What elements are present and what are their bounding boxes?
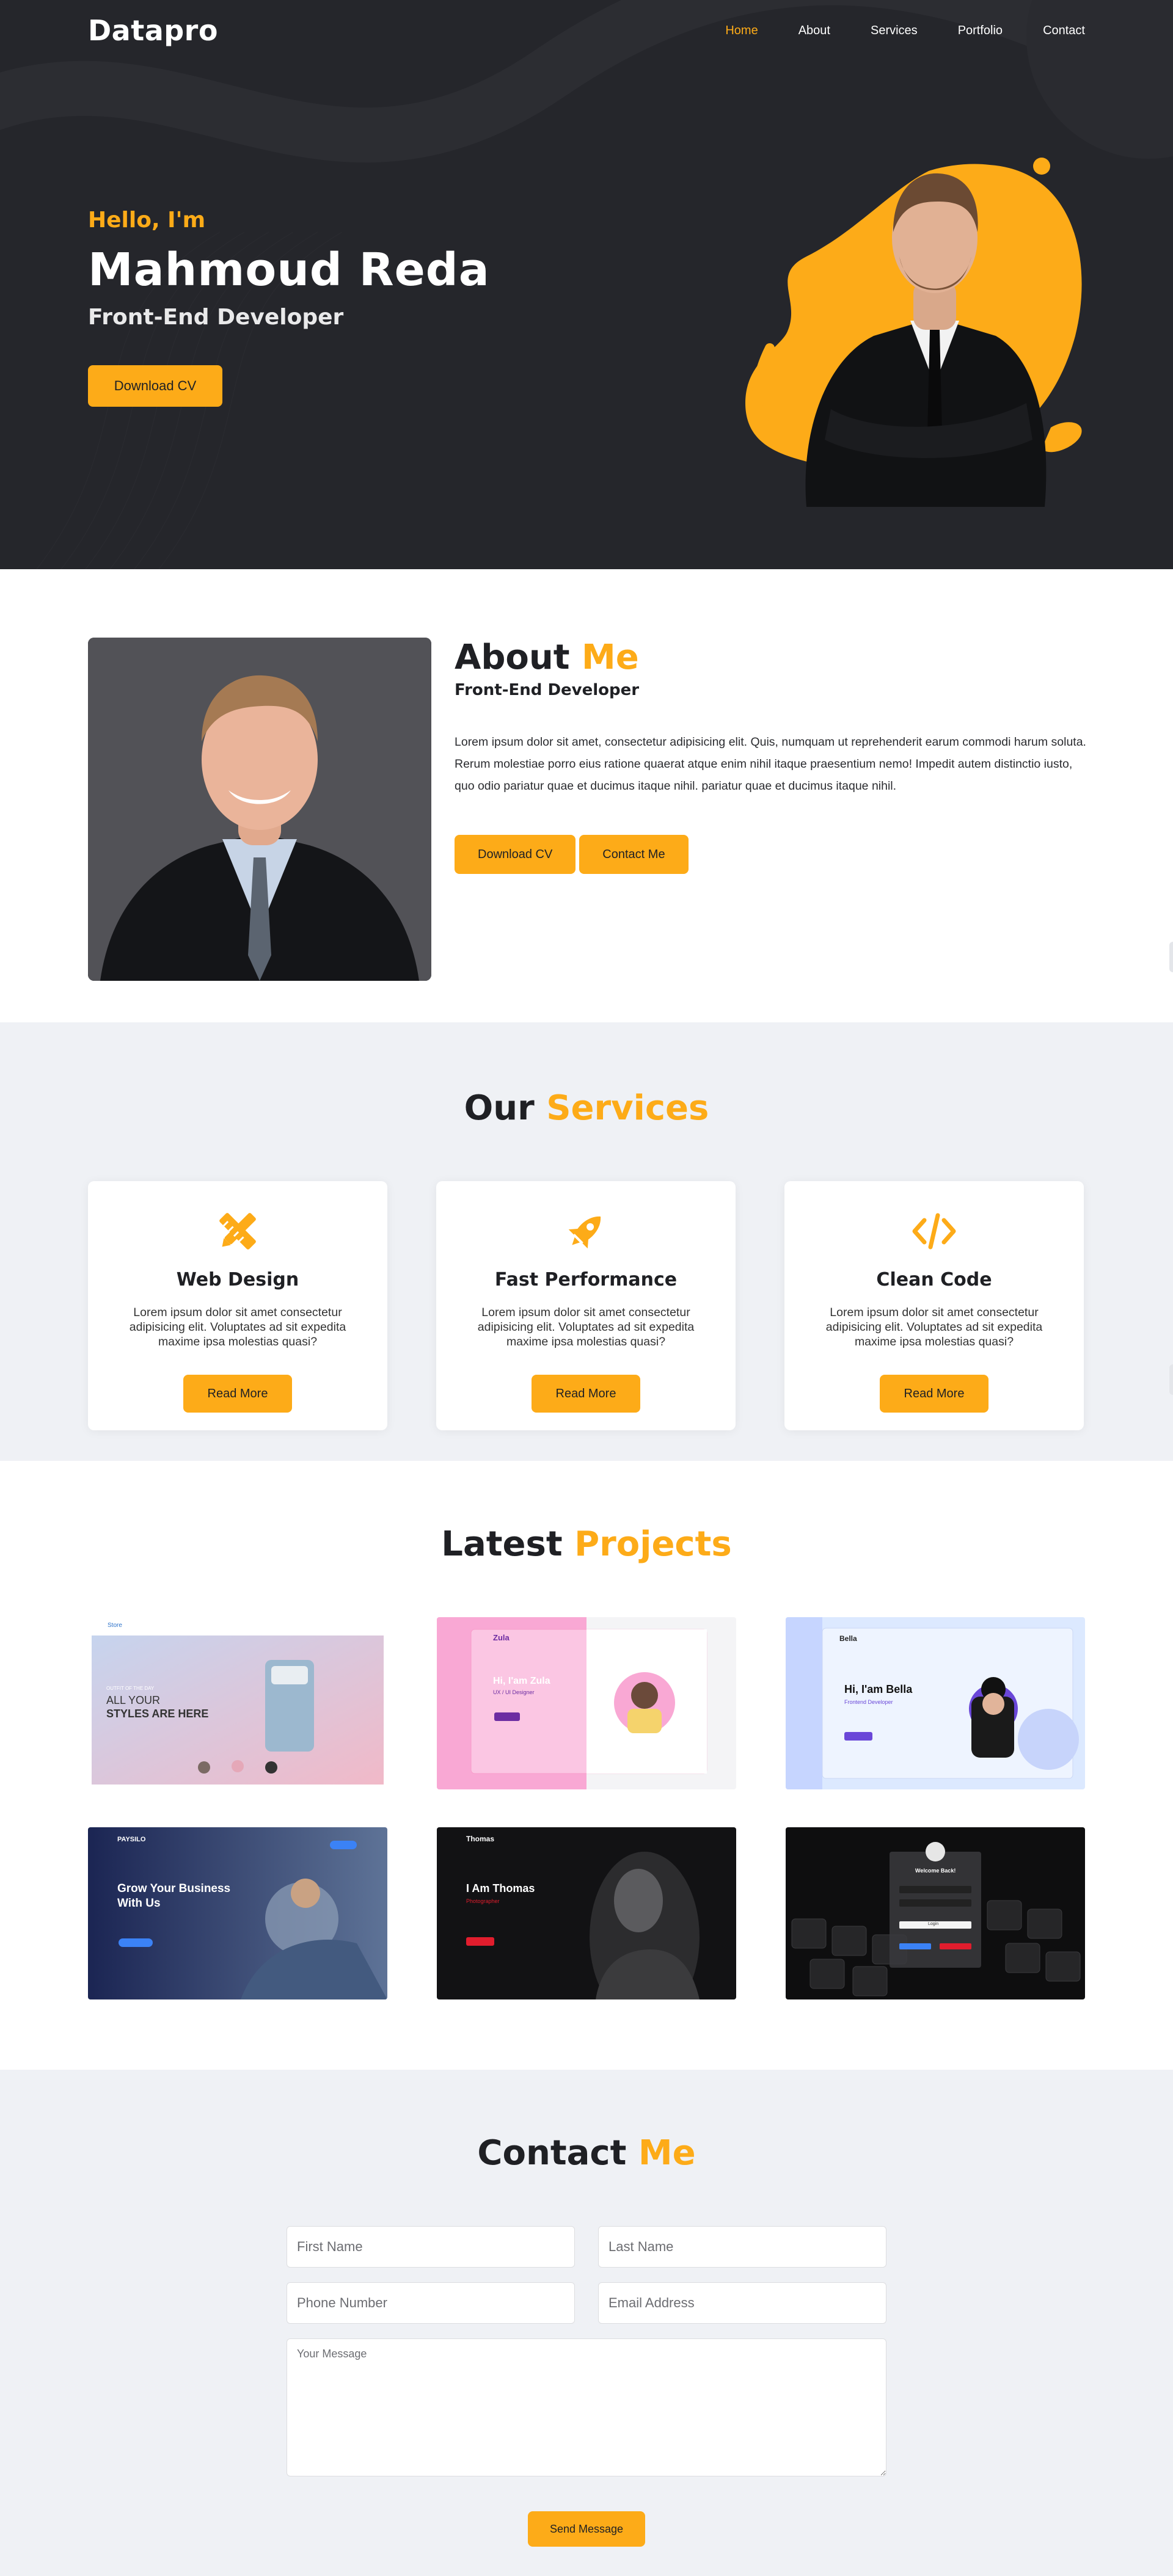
form-row-contact: [287, 2282, 886, 2324]
about-buttons: Download CV Contact Me: [455, 835, 1090, 874]
nav-link-portfolio[interactable]: Portfolio: [958, 24, 1003, 38]
project-card-bella[interactable]: Bella Hi, I'am Bella Frontend Developer: [786, 1617, 1085, 1789]
hero-portrait: [745, 158, 1082, 507]
about-title-main: About: [455, 638, 570, 677]
project-card-login[interactable]: Welcome Back! Login: [786, 1827, 1085, 1999]
project-thumbnail: [437, 1827, 736, 1999]
projects-title: Latest Projects: [0, 1524, 1173, 1564]
nav-link-contact[interactable]: Contact: [1043, 24, 1085, 38]
project-label: Welcome Back!: [915, 1868, 956, 1874]
project-card-paysilo[interactable]: PAYSILO Grow Your Business With Us: [88, 1827, 387, 1999]
project-sub: Frontend Developer: [844, 1699, 893, 1705]
project-headline: I Am Thomas: [466, 1882, 535, 1894]
project-label: Bella: [839, 1634, 857, 1643]
service-card-web-design: Web Design Lorem ipsum dolor sit amet co…: [88, 1181, 387, 1430]
service-text: Lorem ipsum dolor sit amet consectetur a…: [129, 1306, 346, 1348]
service-text: Lorem ipsum dolor sit amet consectetur a…: [825, 1306, 1043, 1348]
first-name-input[interactable]: [287, 2226, 575, 2268]
last-name-input[interactable]: [598, 2226, 886, 2268]
read-more-button[interactable]: Read More: [183, 1375, 292, 1413]
project-sub: Photographer: [466, 1898, 500, 1904]
projects-title-accent: Projects: [574, 1524, 732, 1564]
pencil-ruler-icon: [219, 1213, 256, 1250]
project-headline-2: With Us: [117, 1897, 161, 1910]
project-thumbnail: [88, 1827, 387, 1999]
phone-number-input[interactable]: [287, 2282, 575, 2324]
project-thumbnail: [786, 1827, 1085, 1999]
read-more-button[interactable]: Read More: [880, 1375, 988, 1413]
hero-greeting: Hello, I'm: [88, 208, 206, 233]
about-title-accent: Me: [582, 638, 639, 677]
nav-link-services[interactable]: Services: [871, 24, 918, 38]
service-cards: Web Design Lorem ipsum dolor sit amet co…: [88, 1181, 1084, 1430]
project-card-zula[interactable]: Zula Hi, I'am Zula UX / UI Designer: [437, 1617, 736, 1789]
hero-role: Front-End Developer: [88, 305, 344, 330]
site-logo[interactable]: Datapro: [88, 14, 218, 47]
about-photo: [88, 638, 431, 981]
scroll-edge-tab[interactable]: [1169, 942, 1173, 972]
about-subtitle: Front-End Developer: [455, 681, 640, 699]
contact-section: Contact Me Send Message: [0, 2070, 1173, 2576]
project-headline: ALL YOUR: [106, 1694, 161, 1706]
contact-form: Send Message: [287, 2226, 886, 2547]
projects-title-main: Latest: [441, 1524, 563, 1564]
download-cv-button[interactable]: Download CV: [88, 365, 222, 407]
about-text: Lorem ipsum dolor sit amet, consectetur …: [455, 735, 1086, 793]
navbar: Datapro Home About Services Portfolio Co…: [0, 0, 1173, 61]
contact-me-button[interactable]: Contact Me: [579, 835, 689, 874]
project-sub: UX / UI Designer: [493, 1689, 535, 1695]
scroll-edge-tab[interactable]: [1169, 1364, 1173, 1395]
code-icon: [912, 1213, 956, 1250]
service-card-fast-performance: Fast Performance Lorem ipsum dolor sit a…: [436, 1181, 736, 1430]
services-title-main: Our: [464, 1088, 535, 1128]
project-label: Store: [108, 1622, 122, 1629]
contact-title-accent: Me: [638, 2133, 696, 2173]
send-message-button[interactable]: Send Message: [528, 2511, 645, 2547]
services-title-accent: Services: [546, 1088, 709, 1128]
project-headline: Hi, I'am Zula: [493, 1676, 550, 1686]
hero-text: Hello, I'm Mahmoud Reda Front-End Develo…: [88, 208, 490, 407]
project-label: Thomas: [466, 1835, 495, 1843]
project-headline-2: STYLES ARE HERE: [106, 1708, 209, 1720]
service-text: Lorem ipsum dolor sit amet consectetur a…: [477, 1306, 695, 1348]
project-label: Zula: [493, 1633, 510, 1642]
project-kicker: OUTFIT OF THE DAY: [106, 1686, 155, 1691]
project-label: PAYSILO: [117, 1836, 146, 1843]
email-address-input[interactable]: [598, 2282, 886, 2324]
project-headline: Hi, I'am Bella: [844, 1683, 913, 1695]
hero-section: Datapro Home About Services Portfolio Co…: [0, 0, 1173, 569]
project-sub: Login: [928, 1922, 939, 1926]
project-grid: Store OUTFIT OF THE DAY ALL YOUR STYLES …: [88, 1617, 1085, 1999]
project-headline: Grow Your Business: [117, 1882, 231, 1895]
rocket-icon: [568, 1216, 601, 1249]
project-thumbnail: [437, 1617, 736, 1789]
message-textarea[interactable]: [287, 2338, 886, 2476]
contact-title-main: Contact: [477, 2133, 627, 2173]
project-thumbnail: [786, 1617, 1085, 1789]
projects-section: Latest Projects Store OUTFIT OF THE DAY …: [0, 1461, 1173, 2070]
nav-link-about[interactable]: About: [798, 24, 830, 38]
nav-link-home[interactable]: Home: [725, 24, 758, 38]
about-download-cv-button[interactable]: Download CV: [455, 835, 576, 874]
read-more-button[interactable]: Read More: [532, 1375, 640, 1413]
about-section: About Me Front-End Developer Lorem ipsum…: [0, 569, 1173, 1022]
service-title: Web Design: [176, 1269, 299, 1290]
project-card-store[interactable]: Store OUTFIT OF THE DAY ALL YOUR STYLES …: [88, 1617, 387, 1789]
about-title: About Me: [455, 638, 1090, 677]
about-portrait: [88, 638, 431, 981]
about-content: About Me Front-End Developer Lorem ipsum…: [455, 638, 1090, 874]
contact-title: Contact Me: [0, 2133, 1173, 2173]
services-section: Our Services Web Design Lorem ipsum dolo…: [0, 1022, 1173, 1461]
service-card-clean-code: Clean Code Lorem ipsum dolor sit amet co…: [784, 1181, 1084, 1430]
nav-links: Home About Services Portfolio Contact: [685, 24, 1085, 38]
service-title: Clean Code: [876, 1269, 992, 1290]
services-title: Our Services: [0, 1088, 1173, 1128]
service-title: Fast Performance: [494, 1269, 678, 1290]
hero-name: Mahmoud Reda: [88, 244, 490, 296]
project-card-thomas[interactable]: Thomas I Am Thomas Photographer: [437, 1827, 736, 1999]
form-row-names: [287, 2226, 886, 2268]
